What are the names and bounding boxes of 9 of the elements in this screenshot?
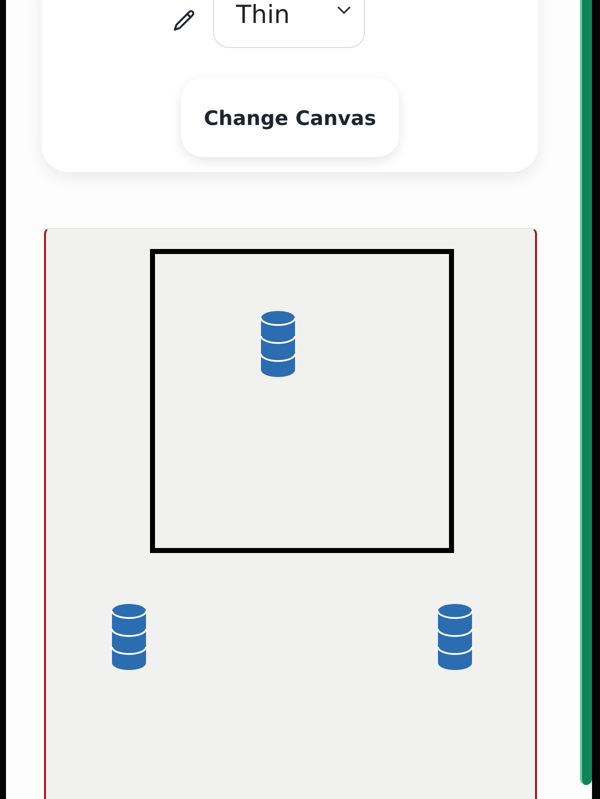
drawing-canvas[interactable] [44,228,537,799]
change-canvas-button[interactable]: Change Canvas [181,78,399,157]
square-shape[interactable] [150,249,454,553]
database-icon[interactable] [111,603,147,671]
scrollbar[interactable] [580,0,592,785]
stroke-dropdown[interactable]: Thin [213,0,365,48]
database-icon[interactable] [260,310,296,378]
chevron-icon [336,5,352,15]
database-icon[interactable] [437,603,473,671]
